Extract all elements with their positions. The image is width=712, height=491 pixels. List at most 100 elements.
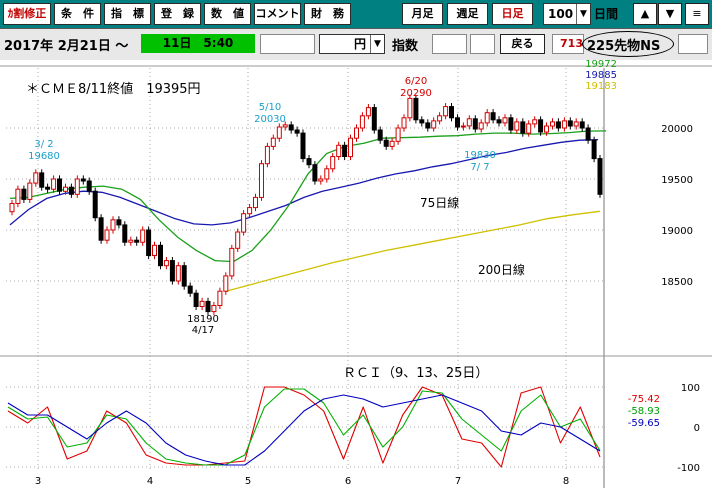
- candle-body: [235, 231, 241, 249]
- stock-chart: 3 4 5 6 7 8 20000 19500 19000 18500 100 0 -100 ＊ＣＭＥ…: [0, 59, 712, 488]
- candle-body: [193, 292, 199, 308]
- candle-body: [455, 117, 460, 128]
- time-display: 11日 5:40: [141, 34, 255, 53]
- annotation-line2: 7/ 7: [470, 162, 489, 173]
- chart-area: 3 4 5 6 7 8 20000 19500 19000 18500 100 0 -100 ＊ＣＭＥ…: [0, 59, 712, 488]
- candle-body: [116, 219, 122, 226]
- back-button[interactable]: 戻る: [500, 34, 545, 54]
- candle-body: [134, 239, 140, 243]
- x-tick-label: 5: [245, 476, 251, 487]
- ma200-label: 200日線: [478, 262, 525, 277]
- register-button[interactable]: 登 録: [154, 3, 201, 25]
- candle-body: [163, 260, 169, 267]
- candle-body: [33, 172, 39, 184]
- filter-bar: 2017年 2月21日 〜 11日 5:40 円 ▼ 指数 戻る 713 225…: [0, 28, 712, 61]
- candle-body: [401, 117, 407, 129]
- rci25-value: -59.65: [628, 418, 660, 429]
- candle-body: [98, 217, 104, 241]
- y-tick-label: 19000: [661, 226, 693, 237]
- down-icon[interactable]: ▼: [658, 3, 682, 25]
- annotation-line2: 4/17: [192, 325, 214, 336]
- rci-tick-label: 100: [681, 383, 700, 394]
- candle-body: [211, 305, 217, 313]
- candle-body: [128, 239, 134, 243]
- indicator-button[interactable]: 指 標: [104, 3, 151, 25]
- code-field[interactable]: 713: [552, 34, 584, 54]
- annotation-line1: 5/10: [259, 102, 281, 113]
- candle-body: [550, 121, 555, 127]
- candle-body: [354, 127, 359, 139]
- candle-body: [561, 120, 567, 129]
- candle-body: [383, 139, 389, 147]
- candle-body: [253, 196, 258, 209]
- financial-button[interactable]: 財 務: [304, 3, 351, 25]
- candle-body: [217, 290, 223, 307]
- candle-body: [365, 107, 371, 117]
- candle-body: [15, 188, 21, 204]
- candle-body: [39, 172, 45, 188]
- candle-body: [466, 118, 472, 127]
- up-icon[interactable]: ▲: [633, 3, 657, 25]
- monthly-button[interactable]: 月足: [402, 3, 443, 25]
- candle-body: [21, 188, 27, 200]
- y-tick-label: 19500: [661, 175, 693, 186]
- candle-body: [270, 137, 276, 147]
- candle-body: [74, 178, 80, 195]
- annotation-line1: 18190: [187, 314, 219, 325]
- candle-body: [57, 178, 62, 192]
- candle-body: [181, 265, 187, 287]
- x-tick-label: 3: [35, 476, 41, 487]
- rci-tick-label: -100: [677, 463, 700, 474]
- annotation-line2: 20030: [254, 114, 286, 125]
- candle-body: [538, 119, 544, 133]
- index-label: 指数: [392, 39, 419, 54]
- candle-body: [484, 112, 490, 124]
- candle-body: [146, 229, 152, 256]
- menu-icon[interactable]: ≡: [685, 3, 709, 25]
- weekly-button[interactable]: 週足: [447, 3, 488, 25]
- candle-body: [92, 190, 98, 219]
- candle-body: [152, 244, 157, 257]
- split-adjust-button[interactable]: ｶ割修正: [3, 3, 51, 25]
- candle-body: [449, 106, 454, 119]
- values-button[interactable]: 数 値: [204, 3, 251, 25]
- index-field-1[interactable]: [432, 34, 467, 54]
- annotation-line2: 19680: [28, 151, 60, 162]
- condition-button[interactable]: 条 件: [54, 3, 101, 25]
- candle-body: [585, 127, 591, 141]
- x-tick-label: 8: [563, 476, 569, 487]
- instrument-highlight-oval: [582, 31, 674, 57]
- candle-body: [312, 164, 318, 182]
- x-tick-label: 4: [147, 476, 153, 487]
- x-tick-label: 7: [455, 476, 461, 487]
- candle-body: [490, 112, 496, 121]
- candle-body: [51, 178, 57, 190]
- candle-body: [567, 120, 573, 127]
- candle-body: [573, 121, 579, 127]
- y-tick-label: 20000: [661, 124, 693, 135]
- annotation-line1: 6/20: [405, 76, 427, 87]
- extra-field[interactable]: [678, 34, 708, 54]
- candle-body: [359, 115, 365, 129]
- candle-body: [276, 126, 282, 139]
- candle-body: [342, 144, 348, 158]
- candle-body: [324, 168, 330, 180]
- candle-body: [472, 118, 478, 130]
- candle-body: [389, 140, 395, 147]
- daily-button[interactable]: 日足: [492, 3, 533, 25]
- candle-body: [502, 117, 508, 124]
- candle-body: [205, 300, 211, 313]
- candle-body: [318, 178, 324, 182]
- candle-body: [259, 163, 264, 198]
- candle-body: [597, 158, 603, 195]
- count-select[interactable]: 100 ▼: [543, 3, 591, 25]
- candle-body: [407, 97, 413, 119]
- currency-select[interactable]: 円 ▼: [319, 34, 385, 54]
- candle-body: [579, 121, 585, 129]
- index-field-2[interactable]: [470, 34, 495, 54]
- blank-field[interactable]: [260, 34, 315, 54]
- y-tick-label: 18500: [661, 277, 693, 288]
- candle-body: [508, 117, 514, 131]
- date-range: 2017年 2月21日 〜: [4, 39, 129, 54]
- comment-button[interactable]: コメント: [254, 3, 301, 25]
